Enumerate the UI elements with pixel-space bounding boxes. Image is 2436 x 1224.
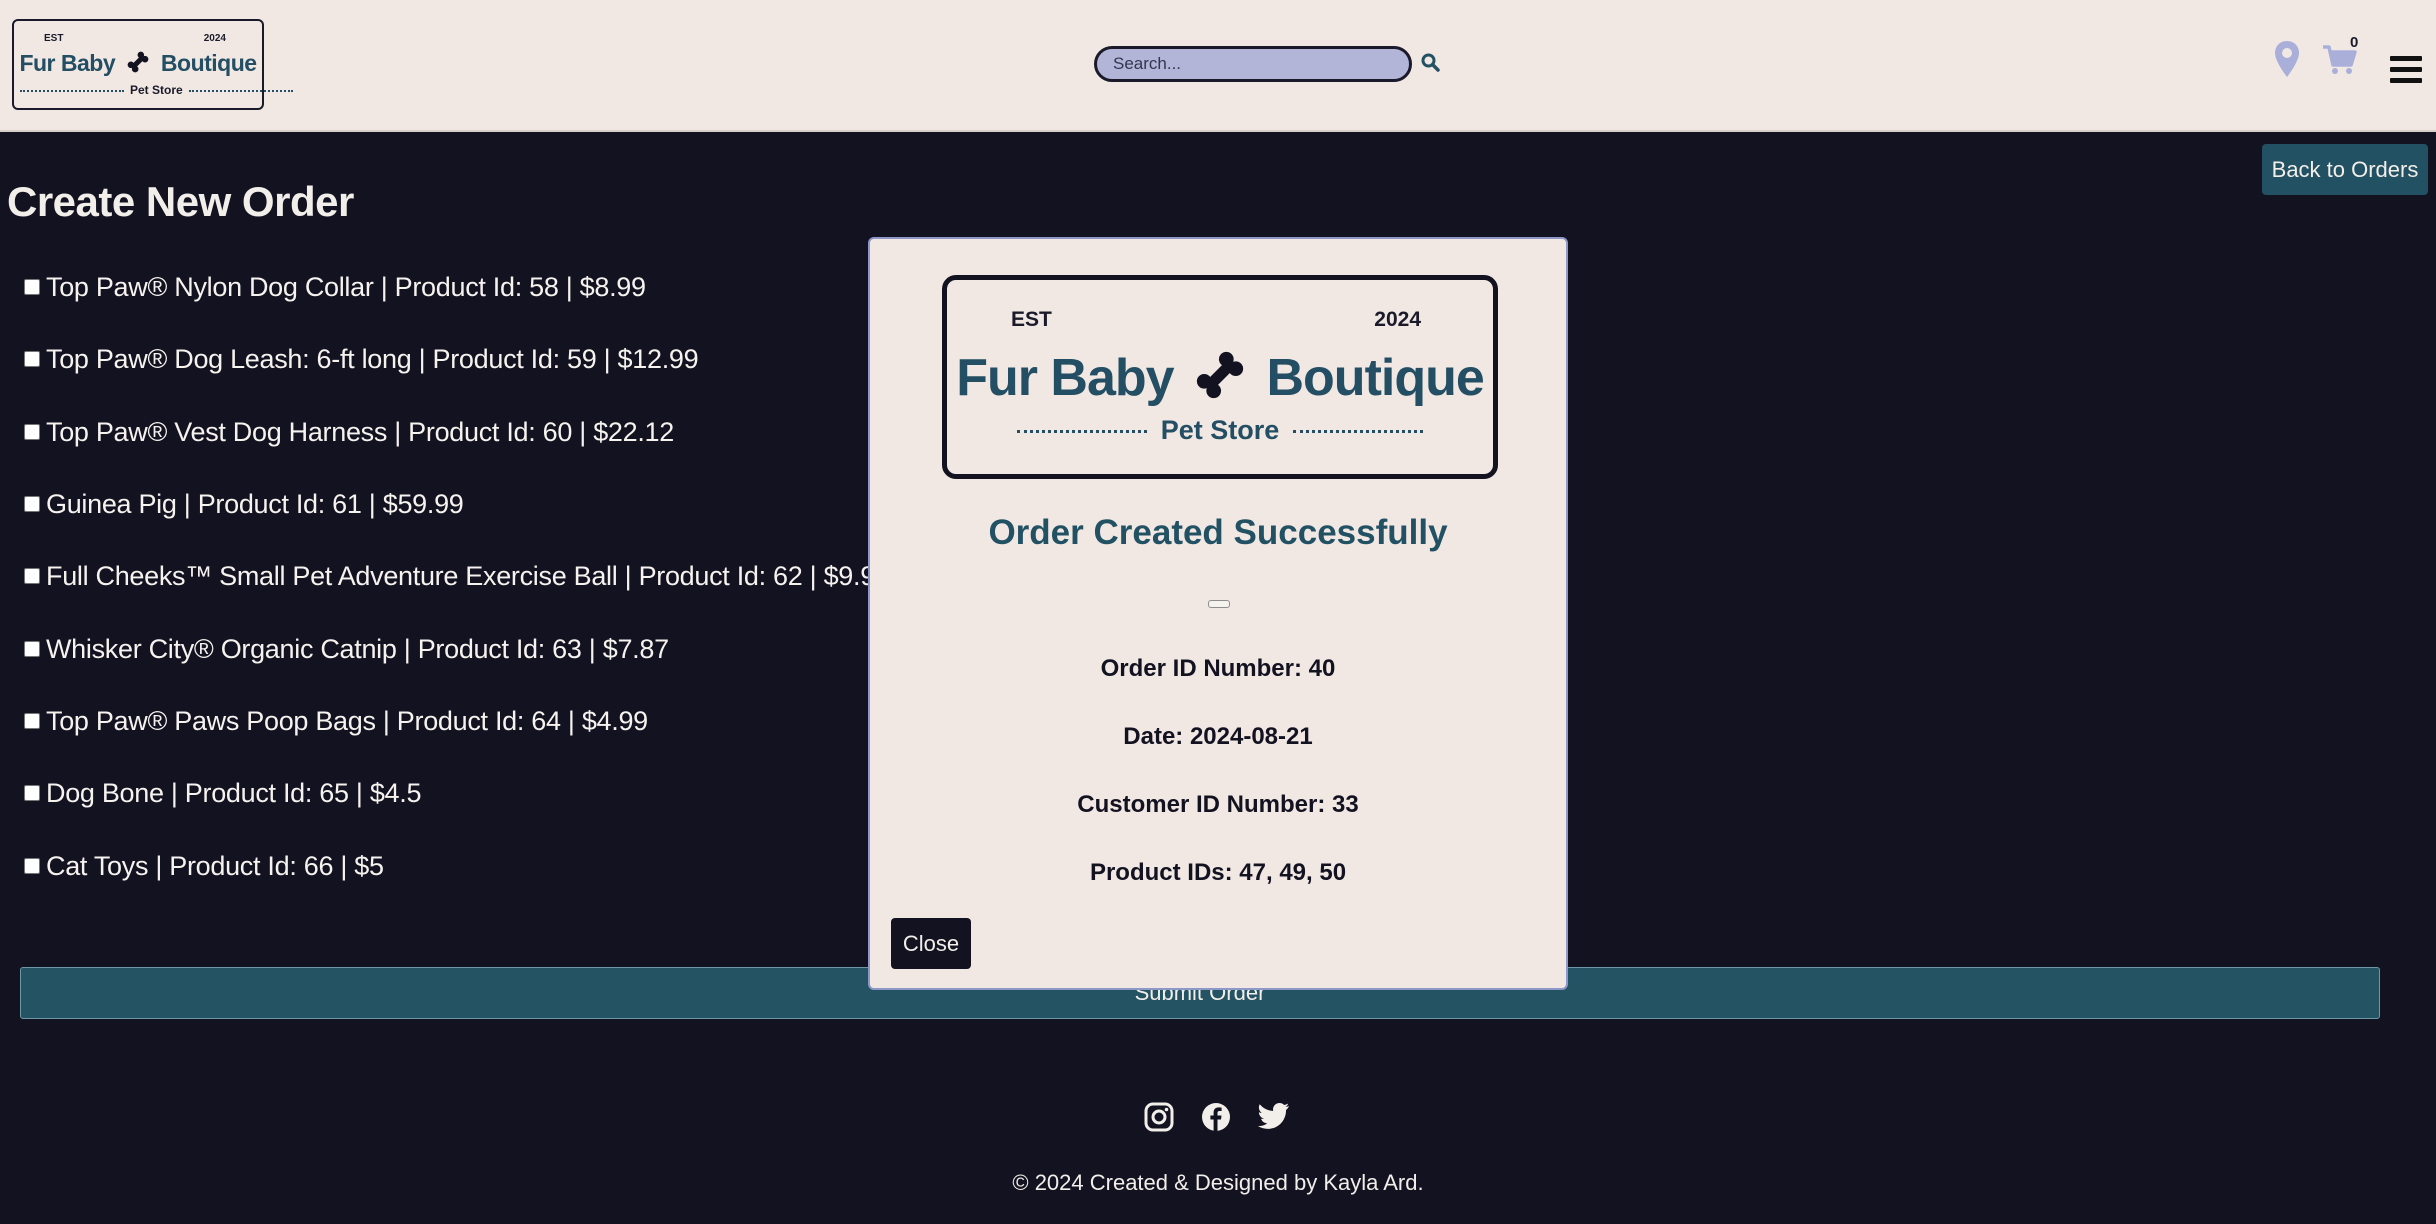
product-checkbox[interactable] — [24, 567, 40, 584]
page-title: Create New Order — [7, 178, 354, 225]
product-checkbox[interactable] — [24, 784, 40, 801]
menu-bar — [2390, 78, 2422, 83]
product-item[interactable]: Top Paw® Vest Dog Harness | Product Id: … — [24, 417, 674, 448]
logo-name-left: Fur Baby — [19, 50, 116, 77]
close-button[interactable]: Close — [891, 918, 971, 969]
hamburger-menu-icon[interactable] — [2390, 56, 2422, 84]
product-label: Guinea Pig | Product Id: 61 | $59.99 — [46, 489, 464, 519]
logo-tagline-text: Pet Store — [130, 83, 183, 97]
product-item[interactable]: Top Paw® Paws Poop Bags | Product Id: 64… — [24, 706, 648, 737]
logo-tagline: Pet Store — [947, 415, 1493, 446]
logo-dots-left — [20, 89, 124, 92]
product-ids-text: Product IDs: 47, 49, 50 — [1089, 859, 1347, 886]
order-success-modal: EST 2024 Fur Baby Boutique Pet Store Ord… — [868, 237, 1568, 990]
modal-heading: Order Created Successfully — [988, 513, 1448, 552]
back-to-orders-button[interactable]: Back to Orders — [2262, 144, 2428, 195]
modal-logo: EST 2024 Fur Baby Boutique Pet Store — [942, 275, 1498, 479]
logo-est: EST — [1011, 308, 1052, 331]
logo-name-left: Fur Baby — [956, 349, 1174, 408]
menu-bar — [2390, 67, 2422, 72]
product-item[interactable]: Dog Bone | Product Id: 65 | $4.5 — [24, 778, 421, 809]
logo-dots-right — [188, 89, 293, 92]
search-icon[interactable] — [1420, 52, 1442, 74]
logo-tagline-text: Pet Store — [1160, 415, 1280, 445]
footer-credit: © 2024 Created & Designed by Kayla Ard. — [1012, 1170, 1424, 1195]
product-checkbox[interactable] — [24, 423, 40, 440]
location-pin-icon[interactable] — [2274, 40, 2300, 83]
product-label: Top Paw® Dog Leash: 6-ft long | Product … — [46, 344, 699, 374]
menu-bar — [2390, 56, 2422, 61]
product-item[interactable]: Full Cheeks™ Small Pet Adventure Exercis… — [24, 561, 890, 592]
logo-dots-right — [1293, 430, 1424, 434]
logo-est: EST — [44, 33, 64, 44]
product-checkbox[interactable] — [24, 640, 40, 657]
product-item[interactable]: Whisker City® Organic Catnip | Product I… — [24, 634, 669, 665]
product-label: Dog Bone | Product Id: 65 | $4.5 — [46, 778, 422, 808]
product-item[interactable]: Top Paw® Nylon Dog Collar | Product Id: … — [24, 272, 646, 303]
product-checkbox[interactable] — [24, 495, 40, 512]
product-item[interactable]: Guinea Pig | Product Id: 61 | $59.99 — [24, 489, 464, 520]
logo-title: Fur Baby Boutique — [947, 346, 1493, 417]
search-input[interactable] — [1094, 46, 1412, 82]
logo-year: 2024 — [1374, 308, 1421, 331]
order-id-text: Order ID Number: 40 — [1100, 655, 1336, 682]
product-label: Full Cheeks™ Small Pet Adventure Exercis… — [46, 561, 890, 591]
product-label: Whisker City® Organic Catnip | Product I… — [46, 634, 669, 664]
instagram-icon[interactable] — [1144, 1102, 1174, 1137]
site-header: EST 2024 Fur Baby Boutique Pet Store 0 — [0, 0, 2436, 132]
logo-name-right: Boutique — [160, 50, 257, 77]
facebook-icon[interactable] — [1201, 1102, 1231, 1137]
bone-icon — [125, 49, 151, 81]
logo-name-right: Boutique — [1266, 349, 1484, 408]
product-checkbox[interactable] — [24, 278, 40, 295]
bone-icon — [1191, 346, 1249, 417]
product-checkbox[interactable] — [24, 712, 40, 729]
product-checkbox[interactable] — [24, 857, 40, 874]
header-logo[interactable]: EST 2024 Fur Baby Boutique Pet Store — [12, 19, 293, 110]
product-label: Top Paw® Paws Poop Bags | Product Id: 64… — [46, 706, 648, 736]
product-item[interactable]: Cat Toys | Product Id: 66 | $5 — [24, 851, 384, 882]
product-label: Cat Toys | Product Id: 66 | $5 — [46, 851, 384, 881]
product-label: Top Paw® Nylon Dog Collar | Product Id: … — [46, 272, 646, 302]
logo-tagline: Pet Store — [14, 83, 293, 97]
order-date-text: Date: 2024-08-21 — [1123, 723, 1313, 750]
logo-title: Fur Baby Boutique — [14, 49, 262, 81]
logo-year: 2024 — [203, 33, 226, 44]
modal-divider — [1208, 600, 1230, 608]
twitter-icon[interactable] — [1257, 1102, 1290, 1135]
product-label: Top Paw® Vest Dog Harness | Product Id: … — [46, 417, 674, 447]
logo-dots-left — [1016, 430, 1147, 434]
product-item[interactable]: Top Paw® Dog Leash: 6-ft long | Product … — [24, 344, 699, 375]
cart-count-badge: 0 — [2350, 34, 2359, 51]
product-checkbox[interactable] — [24, 350, 40, 367]
customer-id-text: Customer ID Number: 33 — [1077, 791, 1359, 818]
